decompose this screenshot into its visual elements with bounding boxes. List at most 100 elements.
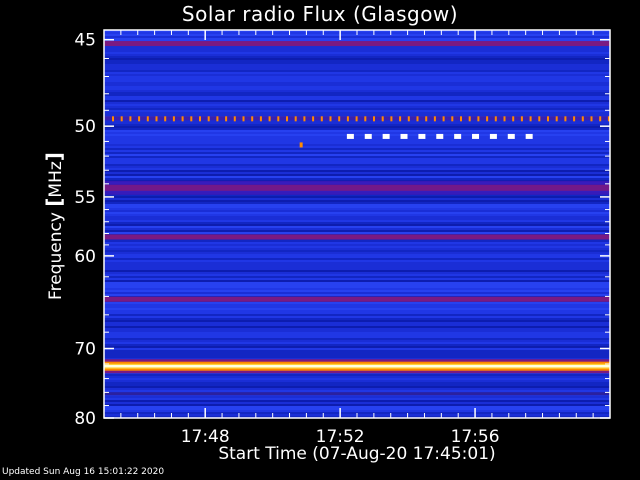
texture-row: [104, 254, 610, 256]
band-dot: [303, 116, 306, 122]
white-marker: [472, 133, 480, 139]
texture-row: [104, 278, 610, 280]
band-dot: [468, 116, 471, 122]
band-dot: [451, 116, 454, 122]
texture-row: [104, 290, 610, 292]
y-axis-label-bracket-right: ]: [42, 152, 66, 162]
band-dot: [581, 116, 584, 122]
texture-row: [104, 56, 610, 58]
texture-row: [104, 178, 610, 180]
texture-row: [104, 400, 610, 402]
band-dot: [199, 116, 201, 122]
band-dot: [416, 116, 419, 122]
texture-row: [104, 410, 610, 412]
texture-row: [104, 212, 610, 214]
band-dot: [477, 116, 480, 122]
y-tick-label: 70: [74, 340, 96, 360]
texture-row: [104, 52, 610, 54]
band-dot: [381, 116, 384, 122]
band: [104, 41, 610, 47]
band-dot: [329, 116, 332, 122]
texture-row: [104, 156, 610, 158]
texture-row: [104, 70, 610, 72]
band: [104, 184, 610, 191]
texture-row: [104, 352, 610, 354]
signal-blip: [299, 142, 303, 148]
band-dot: [259, 116, 262, 122]
band-dot: [573, 116, 576, 122]
texture-row: [104, 294, 610, 296]
texture-row: [104, 86, 610, 88]
band-dot: [338, 116, 341, 122]
texture-row: [104, 78, 610, 80]
band-dot: [233, 116, 236, 122]
y-axis-label-bracket-left: [: [42, 197, 66, 207]
band-dot: [181, 116, 184, 122]
texture-row: [104, 312, 610, 314]
white-marker: [507, 133, 515, 139]
texture-row: [104, 100, 610, 102]
texture-row: [104, 326, 610, 328]
band-dot: [390, 116, 393, 122]
texture-row: [104, 202, 610, 204]
band-dot: [538, 116, 541, 122]
texture-row: [104, 250, 610, 252]
band-dot: [486, 116, 489, 122]
white-marker: [418, 133, 426, 139]
texture-row: [104, 246, 610, 248]
band-dot: [172, 116, 175, 122]
texture-row: [104, 164, 610, 166]
chart-title: Solar radio Flux (Glasgow): [181, 2, 459, 26]
texture-row: [104, 98, 610, 100]
band-dot: [564, 116, 567, 122]
white-marker: [364, 133, 372, 139]
texture-row: [104, 176, 610, 178]
white-marker: [454, 133, 462, 139]
band-dot: [460, 116, 462, 122]
texture-row: [104, 270, 610, 272]
band-dot: [251, 116, 254, 122]
texture-row: [104, 170, 610, 172]
texture-row: [104, 220, 610, 222]
texture-row: [104, 242, 610, 244]
texture-row: [104, 240, 610, 242]
texture-row: [104, 288, 610, 290]
band-dot: [520, 116, 523, 122]
band-dot: [373, 116, 375, 122]
texture-row: [104, 276, 610, 278]
band-dot: [364, 116, 367, 122]
band-dot: [112, 116, 114, 122]
white-marker: [489, 133, 497, 139]
texture-row: [104, 150, 610, 152]
band-dot: [494, 116, 497, 122]
texture-row: [104, 138, 610, 140]
texture-row: [104, 92, 610, 94]
texture-row: [104, 142, 610, 144]
band-dot: [164, 116, 167, 122]
y-tick-label: 55: [74, 188, 96, 208]
band-dot: [225, 116, 228, 122]
white-marker: [400, 133, 408, 139]
band-dot: [503, 116, 506, 122]
texture-row: [104, 224, 610, 226]
texture-row: [104, 308, 610, 310]
y-axis-label-text: Frequency: [46, 206, 66, 300]
texture-row: [104, 320, 610, 322]
texture-row: [104, 174, 610, 176]
texture-row: [104, 196, 610, 198]
texture-row: [104, 256, 610, 258]
band-dot: [599, 116, 602, 122]
band: [104, 234, 610, 240]
texture-row: [104, 208, 610, 210]
band-core: [104, 365, 610, 368]
texture-row: [104, 314, 610, 316]
y-tick-label: 50: [74, 117, 96, 137]
texture-row: [104, 310, 610, 312]
texture-row: [104, 204, 610, 206]
texture-row: [104, 200, 610, 202]
white-marker: [346, 133, 354, 139]
band-dot: [146, 116, 149, 122]
texture-row: [104, 88, 610, 90]
texture-row: [104, 72, 610, 74]
x-axis-label: Start Time (07-Aug-20 17:45:01): [218, 444, 496, 464]
